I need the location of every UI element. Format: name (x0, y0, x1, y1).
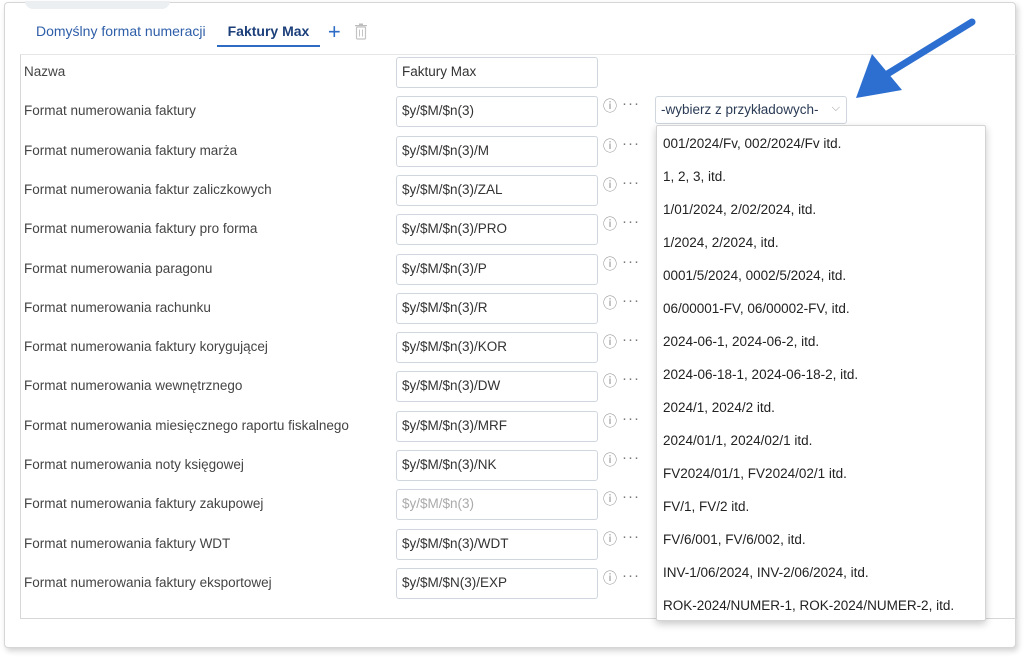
more-icon[interactable]: ··· (622, 449, 640, 466)
more-icon[interactable]: ··· (622, 95, 640, 112)
info-icon[interactable]: ⓘ (603, 214, 617, 234)
form-row: Format numerowania paragonu $y/$M/$n(3)/P… (0, 251, 640, 285)
more-icon[interactable]: ··· (622, 370, 640, 387)
chevron-down-icon: ⌵ (831, 102, 840, 114)
info-icon[interactable]: ⓘ (603, 568, 617, 588)
format-input[interactable]: Faktury Max (396, 57, 598, 88)
form-row: Format numerowania faktury WDT $y/$M/$n(3… (0, 526, 640, 560)
form-row: Format numerowania faktury zakupowej $y/$… (0, 486, 640, 521)
format-input[interactable]: $y/$M/$N(3)/EXP (396, 567, 598, 599)
format-input[interactable]: $y/$M/$n(3)/DW (396, 371, 598, 403)
format-input[interactable]: $y/$M/$n(3)/MRF (396, 410, 598, 442)
form-row-label: Format numerowania faktury korygującej (24, 339, 268, 355)
info-icon[interactable]: ⓘ (603, 450, 617, 470)
dropdown-option[interactable]: 1/01/2024, 2/02/2024, itd. (663, 202, 816, 217)
form-row: Format numerowania faktury pro forma $y/$… (0, 211, 640, 246)
format-input[interactable]: $y/$M/$n(3)/ZAL (396, 174, 598, 206)
dropdown-option[interactable]: 2024/01/1, 2024/02/1 itd. (663, 433, 812, 448)
more-icon[interactable]: ··· (622, 528, 640, 545)
form-row-label: Format numerowania faktur zaliczkowych (24, 181, 272, 197)
examples-select-value: -wybierz z przykładowych- (661, 102, 819, 117)
info-icon[interactable]: ⓘ (603, 96, 617, 116)
form-row-label: Format numerowania faktury pro forma (24, 221, 258, 237)
format-input[interactable]: $y/$M/$n(3)/KOR (396, 332, 598, 364)
form-row: Format numerowania faktury marża $y/$M/$n… (0, 133, 640, 167)
more-icon[interactable]: ··· (622, 410, 640, 427)
examples-dropdown: 001/2024/Fv, 002/2024/Fv itd. 1, 2, 3, it… (656, 125, 986, 621)
form-row-label: Format numerowania faktury zakupowej (24, 496, 264, 512)
info-icon[interactable]: ⓘ (603, 529, 617, 549)
form-row-label: Format numerowania rachunku (24, 299, 211, 315)
form-row-label: Format numerowania faktury (24, 103, 196, 119)
top-tab-stub (25, 1, 170, 9)
form-row: Format numerowania faktury korygującej $y… (0, 329, 640, 364)
dropdown-option[interactable]: 0001/5/2024, 0002/5/2024, itd. (663, 268, 846, 283)
more-icon[interactable]: ··· (622, 174, 640, 191)
form-row-label: Format numerowania faktury eksportowej (24, 574, 272, 590)
dropdown-option[interactable]: 2024-06-1, 2024-06-2, itd. (663, 334, 819, 349)
info-icon[interactable]: ⓘ (603, 136, 617, 156)
form-row-label: Format numerowania miesięcznego raportu … (24, 417, 349, 433)
dropdown-option[interactable]: 2024/1, 2024/2 itd. (663, 400, 775, 415)
tab-bar: Domyślny format numeracji Faktury Max + (25, 17, 370, 47)
form-row-label: Format numerowania noty księgowej (24, 457, 244, 472)
format-input[interactable]: $y/$M/$n(3)/P (396, 253, 598, 285)
form-row: Format numerowania faktury $y/$M/$n(3) ⓘ ··… (0, 93, 640, 128)
tab-default-numbering[interactable]: Domyślny format numeracji (25, 17, 217, 47)
form-row: Nazwa Faktury Max (0, 54, 640, 88)
arrow-pointer (856, 18, 976, 98)
format-input[interactable]: $y/$M/$n(3) (396, 96, 598, 128)
info-icon[interactable]: ⓘ (603, 332, 617, 352)
form-row-label: Format numerowania faktury WDT (24, 535, 231, 551)
dropdown-option[interactable]: FV/6/001, FV/6/002, itd. (663, 532, 806, 547)
trash-icon[interactable] (354, 23, 370, 41)
dropdown-option[interactable]: ROK-2024/NUMER-1, ROK-2024/NUMER-2, itd. (663, 598, 954, 613)
tab-faktury-max[interactable]: Faktury Max (216, 17, 321, 47)
dropdown-option[interactable]: INV-1/06/2024, INV-2/06/2024, itd. (663, 565, 869, 580)
dropdown-option[interactable]: 1, 2, 3, itd. (663, 169, 726, 184)
more-icon[interactable]: ··· (622, 331, 640, 348)
examples-select[interactable]: -wybierz z przykładowych- ⌵ (655, 96, 847, 124)
more-icon[interactable]: ··· (622, 213, 640, 230)
form-row: Format numerowania miesięcznego raportu … (0, 408, 640, 442)
form-row: Format numerowania wewnętrznego $y/$M/$n(… (0, 368, 640, 403)
form-row-label: Nazwa (24, 64, 66, 79)
more-icon[interactable]: ··· (622, 567, 640, 584)
info-icon[interactable]: ⓘ (603, 489, 617, 509)
form-row-label: Format numerowania faktury marża (24, 142, 238, 158)
plus-icon[interactable]: + (324, 18, 344, 46)
form-row: Format numerowania faktur zaliczkowych $y… (0, 172, 640, 206)
form-row-label: Format numerowania wewnętrznego (24, 378, 243, 394)
format-input[interactable]: $y/$M/$n(3)/M (396, 135, 598, 167)
info-icon[interactable]: ⓘ (603, 371, 617, 391)
form-row: Format numerowania noty księgowej $y/$M/$… (0, 447, 640, 481)
format-input-empty[interactable]: $y/$M/$n(3) (396, 489, 598, 521)
format-input[interactable]: $y/$M/$n(3)/R (396, 292, 598, 324)
more-icon[interactable]: ··· (622, 135, 640, 152)
format-input[interactable]: $y/$M/$n(3)/WDT (396, 528, 598, 560)
dropdown-option[interactable]: 06/00001-FV, 06/00002-FV, itd. (663, 301, 850, 316)
more-icon[interactable]: ··· (622, 292, 640, 309)
dropdown-option[interactable]: 2024-06-18-1, 2024-06-18-2, itd. (663, 367, 858, 382)
dropdown-option[interactable]: FV2024/01/1, FV2024/02/1 itd. (663, 466, 847, 481)
info-icon[interactable]: ⓘ (603, 411, 617, 431)
more-icon[interactable]: ··· (622, 253, 640, 270)
format-input[interactable]: $y/$M/$n(3)/NK (396, 450, 598, 481)
format-input[interactable]: $y/$M/$n(3)/PRO (396, 214, 598, 246)
form-row: Format numerowania faktury eksportowej $y… (0, 565, 640, 599)
dropdown-option[interactable]: 001/2024/Fv, 002/2024/Fv itd. (663, 136, 841, 151)
dropdown-option[interactable]: FV/1, FV/2 itd. (663, 499, 749, 514)
dropdown-option[interactable]: 1/2024, 2/2024, itd. (663, 235, 779, 250)
form-row: Format numerowania rachunku $y/$M/$n(3)/R… (0, 290, 640, 324)
form-row-label: Format numerowania paragonu (24, 260, 213, 276)
info-icon[interactable]: ⓘ (603, 175, 617, 195)
info-icon[interactable]: ⓘ (603, 293, 617, 313)
info-icon[interactable]: ⓘ (603, 254, 617, 274)
more-icon[interactable]: ··· (622, 488, 640, 505)
